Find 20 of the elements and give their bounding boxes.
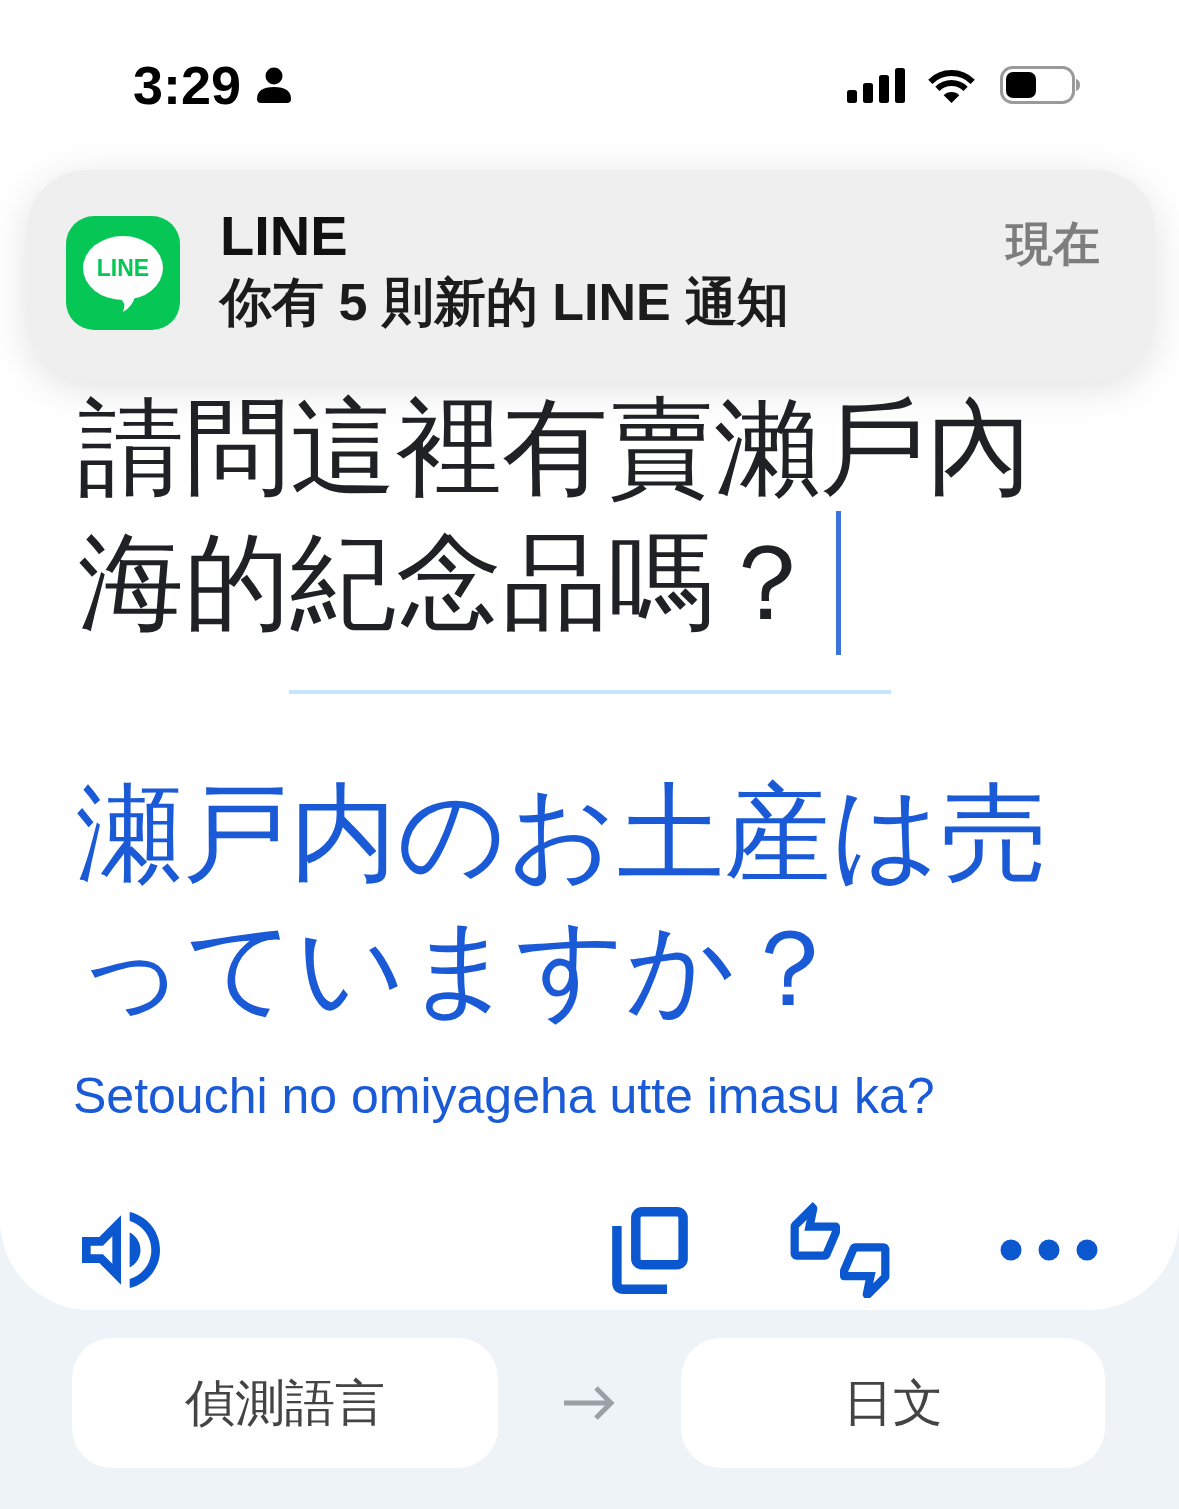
notification-time: 現在 <box>1006 216 1100 272</box>
speech-bubble-icon <box>83 236 163 312</box>
signal-icon <box>847 67 905 103</box>
source-text-input[interactable]: 請問這裡有賣瀨戶內海的紀念品嗎？ <box>78 380 1099 650</box>
person-icon <box>257 67 292 103</box>
more-icon[interactable] <box>1000 1239 1098 1261</box>
target-language-button[interactable]: 日文 <box>681 1338 1105 1468</box>
notification-message: 你有 5 則新的 LINE 通知 <box>220 272 791 333</box>
translation-text: 瀬戸内のお土産は売っていますか？ <box>76 770 1049 1032</box>
arrow-right-icon <box>563 1385 616 1421</box>
romanization-text: Setouchi no omiyageha utte imasu ka? <box>73 1068 935 1124</box>
status-time: 3:29 <box>133 55 242 115</box>
battery-icon <box>1000 66 1080 104</box>
speaker-icon[interactable] <box>82 1211 160 1289</box>
notification-banner[interactable]: LINE LINE 你有 5 則新的 LINE 通知 現在 <box>27 170 1155 380</box>
app-icon-label: LINE <box>95 254 151 282</box>
notification-app-name: LINE <box>220 208 349 264</box>
source-language-button[interactable]: 偵測語言 <box>72 1338 498 1468</box>
thumbs-up-down-icon[interactable] <box>790 1202 890 1298</box>
copy-icon[interactable] <box>612 1206 688 1294</box>
